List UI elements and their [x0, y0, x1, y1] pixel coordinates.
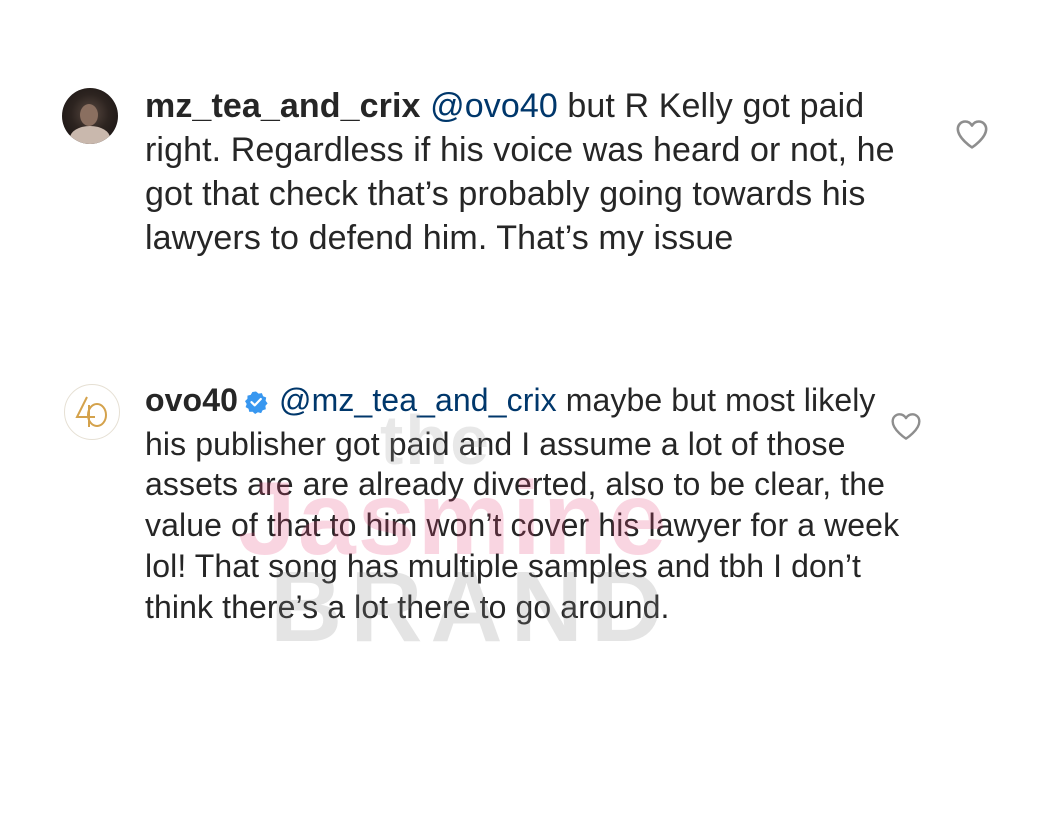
- avatar-face: [80, 104, 98, 126]
- avatar[interactable]: [62, 88, 118, 144]
- verified-badge-icon: [244, 383, 268, 424]
- avatar[interactable]: [64, 384, 120, 440]
- comment-body: mz_tea_and_crix @ovo40 but R Kelly got p…: [145, 84, 905, 260]
- comment-body: ovo40 @mz_tea_and_crix maybe but most li…: [145, 380, 905, 627]
- comment-mention[interactable]: @mz_tea_and_crix: [279, 382, 557, 418]
- comment-username[interactable]: ovo40: [145, 382, 238, 418]
- comment-username[interactable]: mz_tea_and_crix: [145, 87, 421, 125]
- ovo40-logo-icon: [68, 388, 116, 436]
- avatar-shoulder: [70, 126, 110, 144]
- comment-mention[interactable]: @ovo40: [430, 87, 558, 125]
- like-heart-icon[interactable]: [955, 118, 989, 155]
- like-heart-icon[interactable]: [890, 411, 922, 446]
